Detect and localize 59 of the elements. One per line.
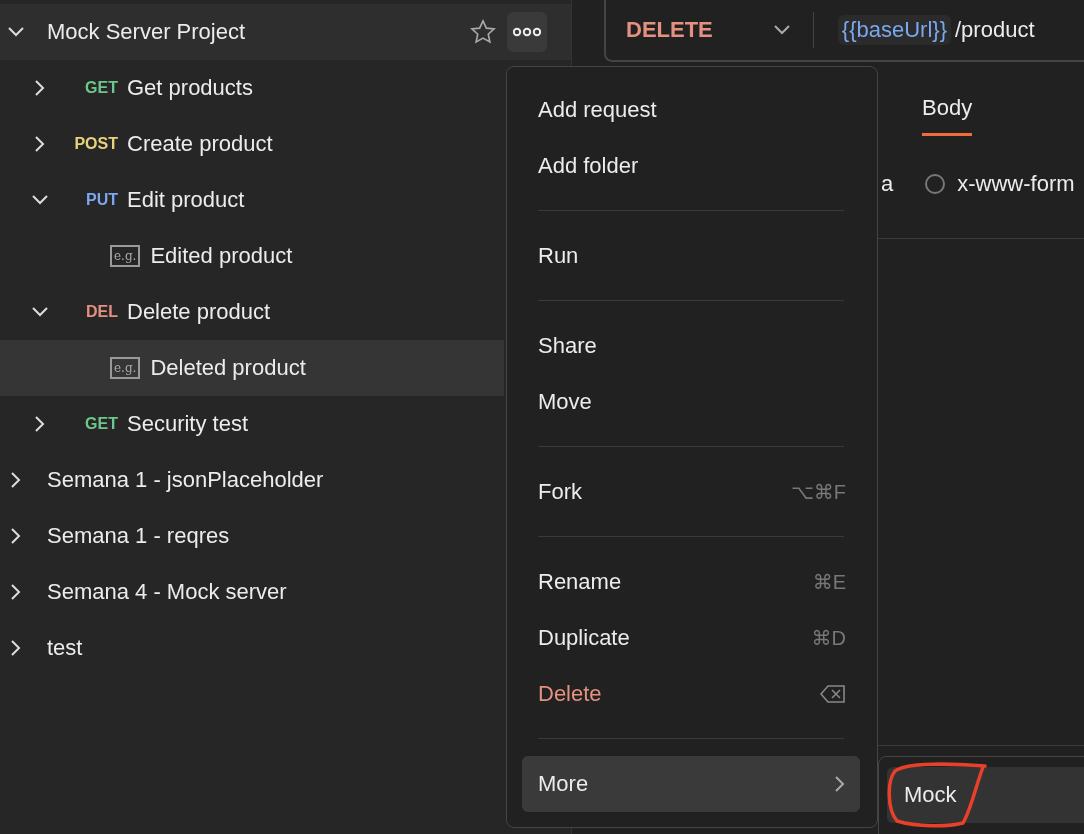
tree-item[interactable]: Semana 1 - jsonPlaceholder	[0, 452, 504, 508]
radio-icon[interactable]	[925, 174, 946, 194]
chevron-down-icon	[772, 24, 791, 36]
menu-item[interactable]: More	[522, 756, 860, 812]
backspace-icon	[820, 685, 846, 703]
menu-item[interactable]: Run	[522, 228, 860, 284]
example-badge: e.g.	[110, 245, 141, 267]
menu-item[interactable]: Fork ⌥⌘F	[522, 464, 860, 520]
item-name: Security test	[127, 411, 249, 437]
menu-item[interactable]: Move	[522, 374, 860, 430]
shortcut-label: ⌘D	[811, 626, 846, 650]
item-name: Semana 1 - jsonPlaceholder	[47, 467, 324, 493]
menu-item[interactable]: Add folder	[522, 138, 860, 194]
more-button[interactable]	[507, 12, 547, 52]
method-label: DEL	[85, 303, 118, 321]
item-name: Semana 4 - Mock server	[47, 579, 287, 605]
menu-item[interactable]: Duplicate ⌘D	[522, 610, 860, 666]
example-badge: e.g.	[110, 357, 141, 379]
body-radio-option[interactable]: x-www-form	[925, 171, 1075, 197]
item-name: Edited product	[150, 243, 293, 269]
chevron-right-icon	[834, 775, 846, 793]
method-dropdown[interactable]: DELETE	[626, 12, 814, 48]
tree-item[interactable]: test	[0, 620, 504, 676]
star-icon[interactable]	[469, 18, 497, 46]
item-name: Semana 1 - reqres	[47, 523, 230, 549]
option-label: a	[881, 171, 894, 197]
shortcut-label: ⌘E	[812, 570, 846, 594]
tree-item[interactable]: Semana 4 - Mock server	[0, 564, 504, 620]
item-name: Get products	[127, 75, 253, 101]
item-name: Deleted product	[150, 355, 306, 381]
more-icon	[513, 27, 541, 37]
menu-item[interactable]: Delete	[522, 666, 860, 722]
tree-item[interactable]: PUT Edit product	[0, 172, 504, 228]
tree-item[interactable]: Mock Server Project	[0, 4, 571, 60]
tree-item[interactable]: Semana 1 - reqres	[0, 508, 504, 564]
tree-item[interactable]: GET Security test	[0, 396, 504, 452]
shortcut-label: ⌥⌘F	[790, 480, 846, 504]
item-name: Delete product	[127, 299, 271, 325]
item-name: Edit product	[127, 187, 245, 213]
menu-item[interactable]: Rename ⌘E	[522, 554, 860, 610]
tree-item[interactable]: POST Create product	[0, 116, 504, 172]
tree-item[interactable]: GET Get products	[0, 60, 504, 116]
option-label: x-www-form	[957, 171, 1075, 197]
menu-item[interactable]: Share	[522, 318, 860, 374]
item-name: test	[47, 635, 83, 661]
tree-item[interactable]: DEL Delete product	[0, 284, 504, 340]
item-name: Create product	[127, 131, 273, 157]
tree-item[interactable]: e.g. Deleted product	[0, 340, 504, 396]
tab[interactable]: Body	[922, 80, 973, 136]
method-label: POST	[73, 135, 118, 153]
url-variable: {{baseUrl}}	[837, 15, 951, 45]
menu-item[interactable]: Mock	[887, 767, 1084, 823]
method-label: GET	[84, 415, 118, 433]
item-name: Mock Server Project	[47, 19, 246, 45]
url-path: /product	[955, 17, 1035, 43]
method-label: GET	[84, 79, 118, 97]
method-label: PUT	[85, 191, 118, 209]
menu-item[interactable]: Add request	[522, 82, 860, 138]
tree-item[interactable]: e.g. Edited product	[0, 228, 504, 284]
